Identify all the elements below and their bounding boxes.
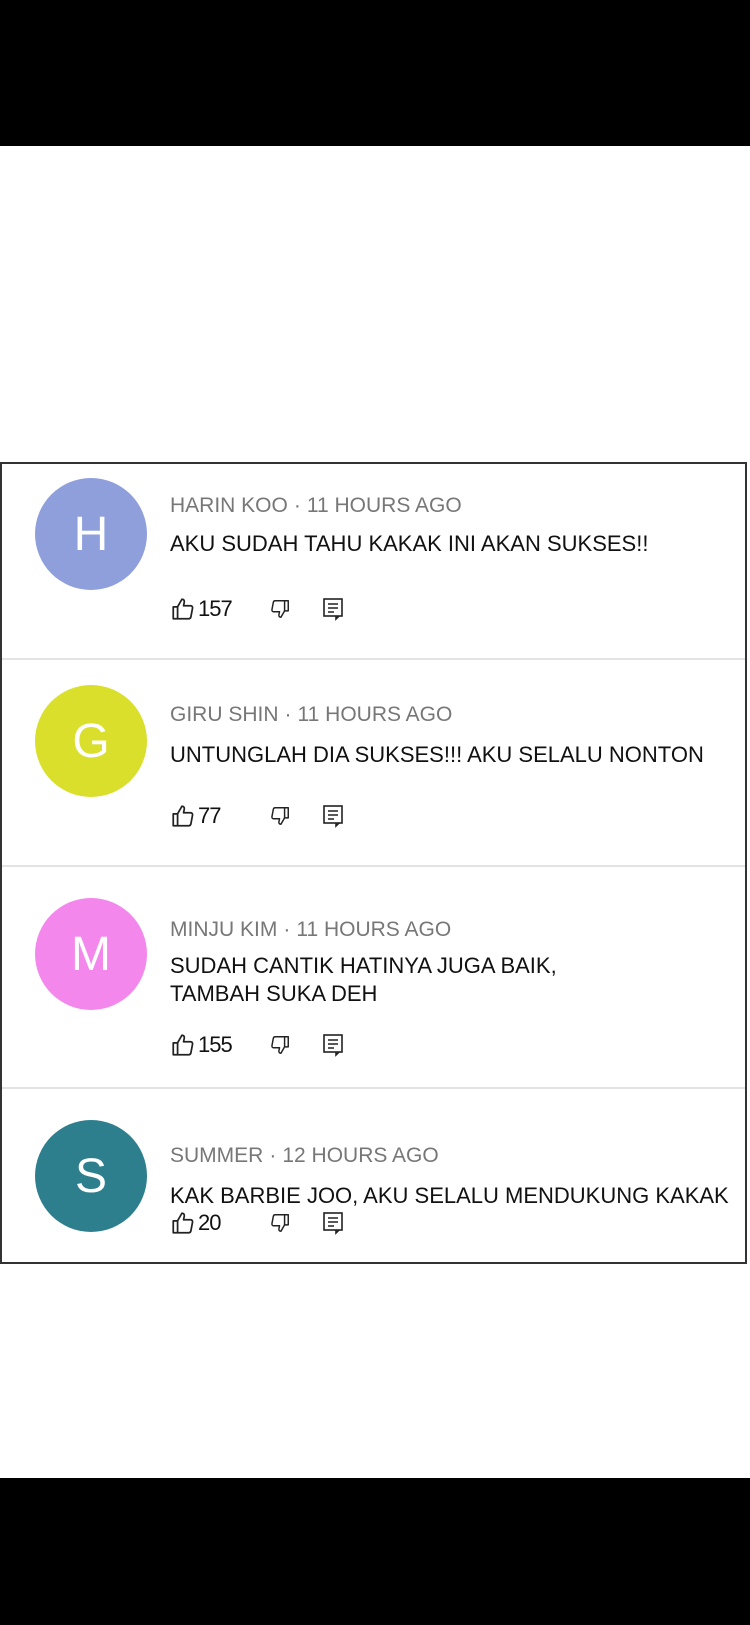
comment-item: G GIRU SHIN · 11 HOURS AGO UNTUNGLAH DIA S… <box>2 659 745 865</box>
comment-item: M MINJU KIM · 11 HOURS AGO SUDAH CANTIK HA… <box>2 866 745 1087</box>
avatar[interactable]: G <box>35 685 147 797</box>
comment-text: SUDAH CANTIK HATINYA JUGA BAIK, TAMBAH S… <box>170 953 557 1006</box>
comment-text: UNTUNGLAH DIA SUKSES!!! AKU SELALU NONTO… <box>170 742 704 767</box>
comment-actions: 157 <box>170 594 344 624</box>
comments-panel: H HARIN KOO · 11 HOURS AGO AKU SUDAH TAHU … <box>0 462 747 1264</box>
like-count: 157 <box>198 596 233 621</box>
thumbs-up-icon[interactable] <box>170 1210 196 1236</box>
comment-meta: MINJU KIM · 11 HOURS AGO <box>170 918 451 942</box>
meta-separator: · <box>283 918 291 941</box>
comment-time: 12 HOURS AGO <box>282 1144 439 1167</box>
comment-text: KAK BARBIE JOO, AKU SELALU MENDUKUNG KAK… <box>170 1183 729 1208</box>
comment-text: AKU SUDAH TAHU KAKAK INI AKAN SUKSES!! <box>170 531 649 556</box>
comment-item: S SUMMER · 12 HOURS AGO KAK BARBIE JOO, AK… <box>2 1088 745 1262</box>
comment-meta: HARIN KOO · 11 HOURS AGO <box>170 494 462 518</box>
thumbs-up-icon[interactable] <box>170 1032 196 1058</box>
comment-item: H HARIN KOO · 11 HOURS AGO AKU SUDAH TAHU … <box>2 464 745 658</box>
comment-author[interactable]: SUMMER <box>170 1144 263 1167</box>
comment-time: 11 HOURS AGO <box>296 918 452 941</box>
comment-actions: 20 <box>170 1208 344 1238</box>
comment-actions: 155 <box>170 1030 344 1060</box>
comment-time: 11 HOURS AGO <box>297 703 453 726</box>
avatar[interactable]: S <box>35 1120 147 1232</box>
comment-author[interactable]: GIRU SHIN <box>170 703 279 726</box>
thumbs-down-icon[interactable] <box>258 805 302 827</box>
avatar[interactable]: M <box>35 898 147 1010</box>
like-count: 77 <box>198 803 222 828</box>
comment-author[interactable]: MINJU KIM <box>170 918 277 941</box>
comment-meta: SUMMER · 12 HOURS AGO <box>170 1144 439 1168</box>
meta-separator: · <box>284 703 292 726</box>
comment-actions: 77 <box>170 801 344 831</box>
avatar[interactable]: H <box>35 478 147 590</box>
comment-meta: GIRU SHIN · 11 HOURS AGO <box>170 703 452 727</box>
thumbs-down-icon[interactable] <box>258 1034 302 1056</box>
thumbs-down-icon[interactable] <box>258 1212 302 1234</box>
comment-author[interactable]: HARIN KOO <box>170 494 288 517</box>
bottom-black-bar <box>0 1478 750 1625</box>
reply-icon[interactable] <box>322 597 344 621</box>
like-count: 155 <box>198 1032 233 1057</box>
reply-icon[interactable] <box>322 1033 344 1057</box>
top-black-bar <box>0 0 750 146</box>
comment-time: 11 HOURS AGO <box>306 494 462 517</box>
like-count: 20 <box>198 1210 222 1235</box>
thumbs-up-icon[interactable] <box>170 596 196 622</box>
thumbs-up-icon[interactable] <box>170 803 196 829</box>
thumbs-down-icon[interactable] <box>258 598 302 620</box>
meta-separator: · <box>269 1144 277 1167</box>
reply-icon[interactable] <box>322 804 344 828</box>
reply-icon[interactable] <box>322 1211 344 1235</box>
meta-separator: · <box>293 494 301 517</box>
